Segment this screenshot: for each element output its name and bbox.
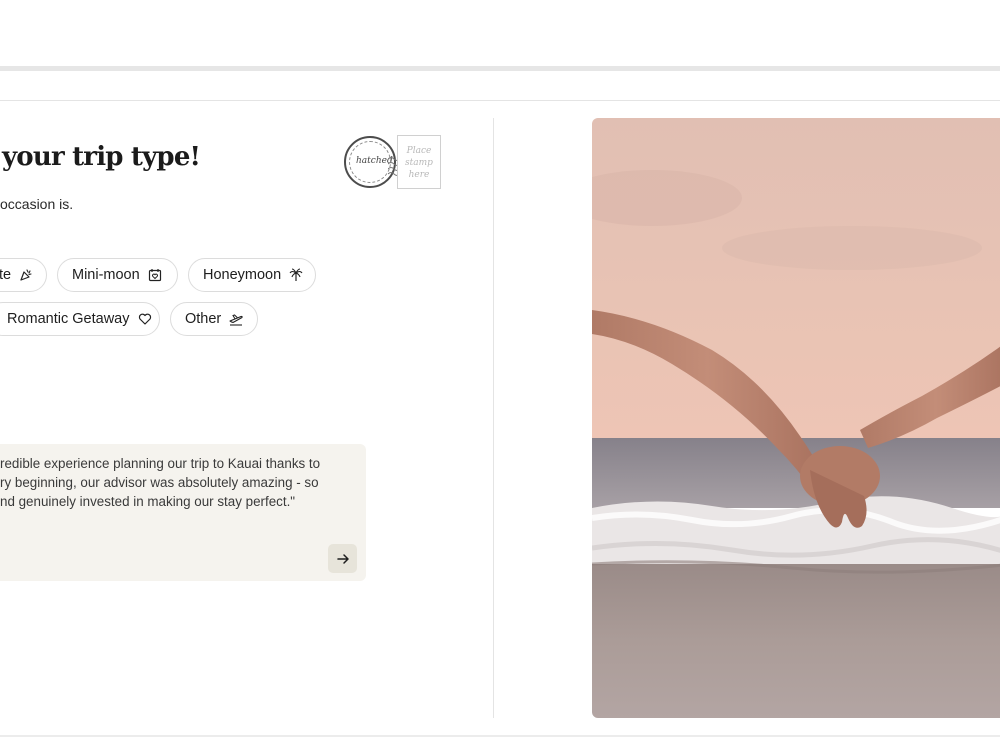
trip-type-chip-mini-moon[interactable]: Mini-moon [57, 258, 178, 292]
chip-label: te [0, 267, 12, 283]
postage-stamp-decoration: hatched Place stamp here [342, 134, 442, 192]
place-stamp-box: Place stamp here [397, 135, 441, 189]
beach-couple-photo [592, 118, 1000, 718]
next-testimonial-button[interactable] [328, 544, 357, 573]
palm-tree-icon [289, 268, 303, 282]
chip-label: Other [185, 311, 222, 327]
chip-label: Mini-moon [72, 267, 140, 283]
trip-type-chip-other[interactable]: Other [170, 302, 258, 336]
testimonial-line: nd genuinely invested in making our stay… [0, 494, 296, 509]
testimonial-line: redible experience planning our trip to … [0, 456, 321, 471]
stamp-label-line: here [408, 170, 430, 180]
trip-type-chip-celebrate[interactable]: te [0, 258, 47, 292]
chip-label: Honeymoon [203, 267, 282, 283]
top-bar-divider [0, 66, 1000, 71]
party-popper-icon [19, 268, 33, 282]
header-separator [0, 100, 1000, 101]
chip-label: Romantic Getaway [7, 311, 130, 327]
trip-type-chip-romantic-getaway[interactable]: Romantic Getaway [0, 302, 160, 336]
stamp-label-line: stamp [405, 158, 433, 168]
page-title: your trip type! [2, 142, 201, 172]
heart-icon [138, 312, 152, 326]
testimonial-quote: redible experience planning our trip to … [0, 454, 370, 511]
stamp-label-line: Place [406, 146, 432, 156]
testimonial-line: ry beginning, our advisor was absolutely… [0, 475, 319, 490]
arrow-right-icon [336, 553, 349, 564]
calendar-heart-icon [148, 268, 162, 282]
column-divider [493, 118, 494, 718]
footer-divider [0, 735, 1000, 737]
plane-icon [229, 312, 243, 326]
page-subtitle: occasion is. [0, 196, 74, 212]
trip-type-chip-honeymoon[interactable]: Honeymoon [188, 258, 316, 292]
testimonial-card: redible experience planning our trip to … [0, 444, 366, 581]
